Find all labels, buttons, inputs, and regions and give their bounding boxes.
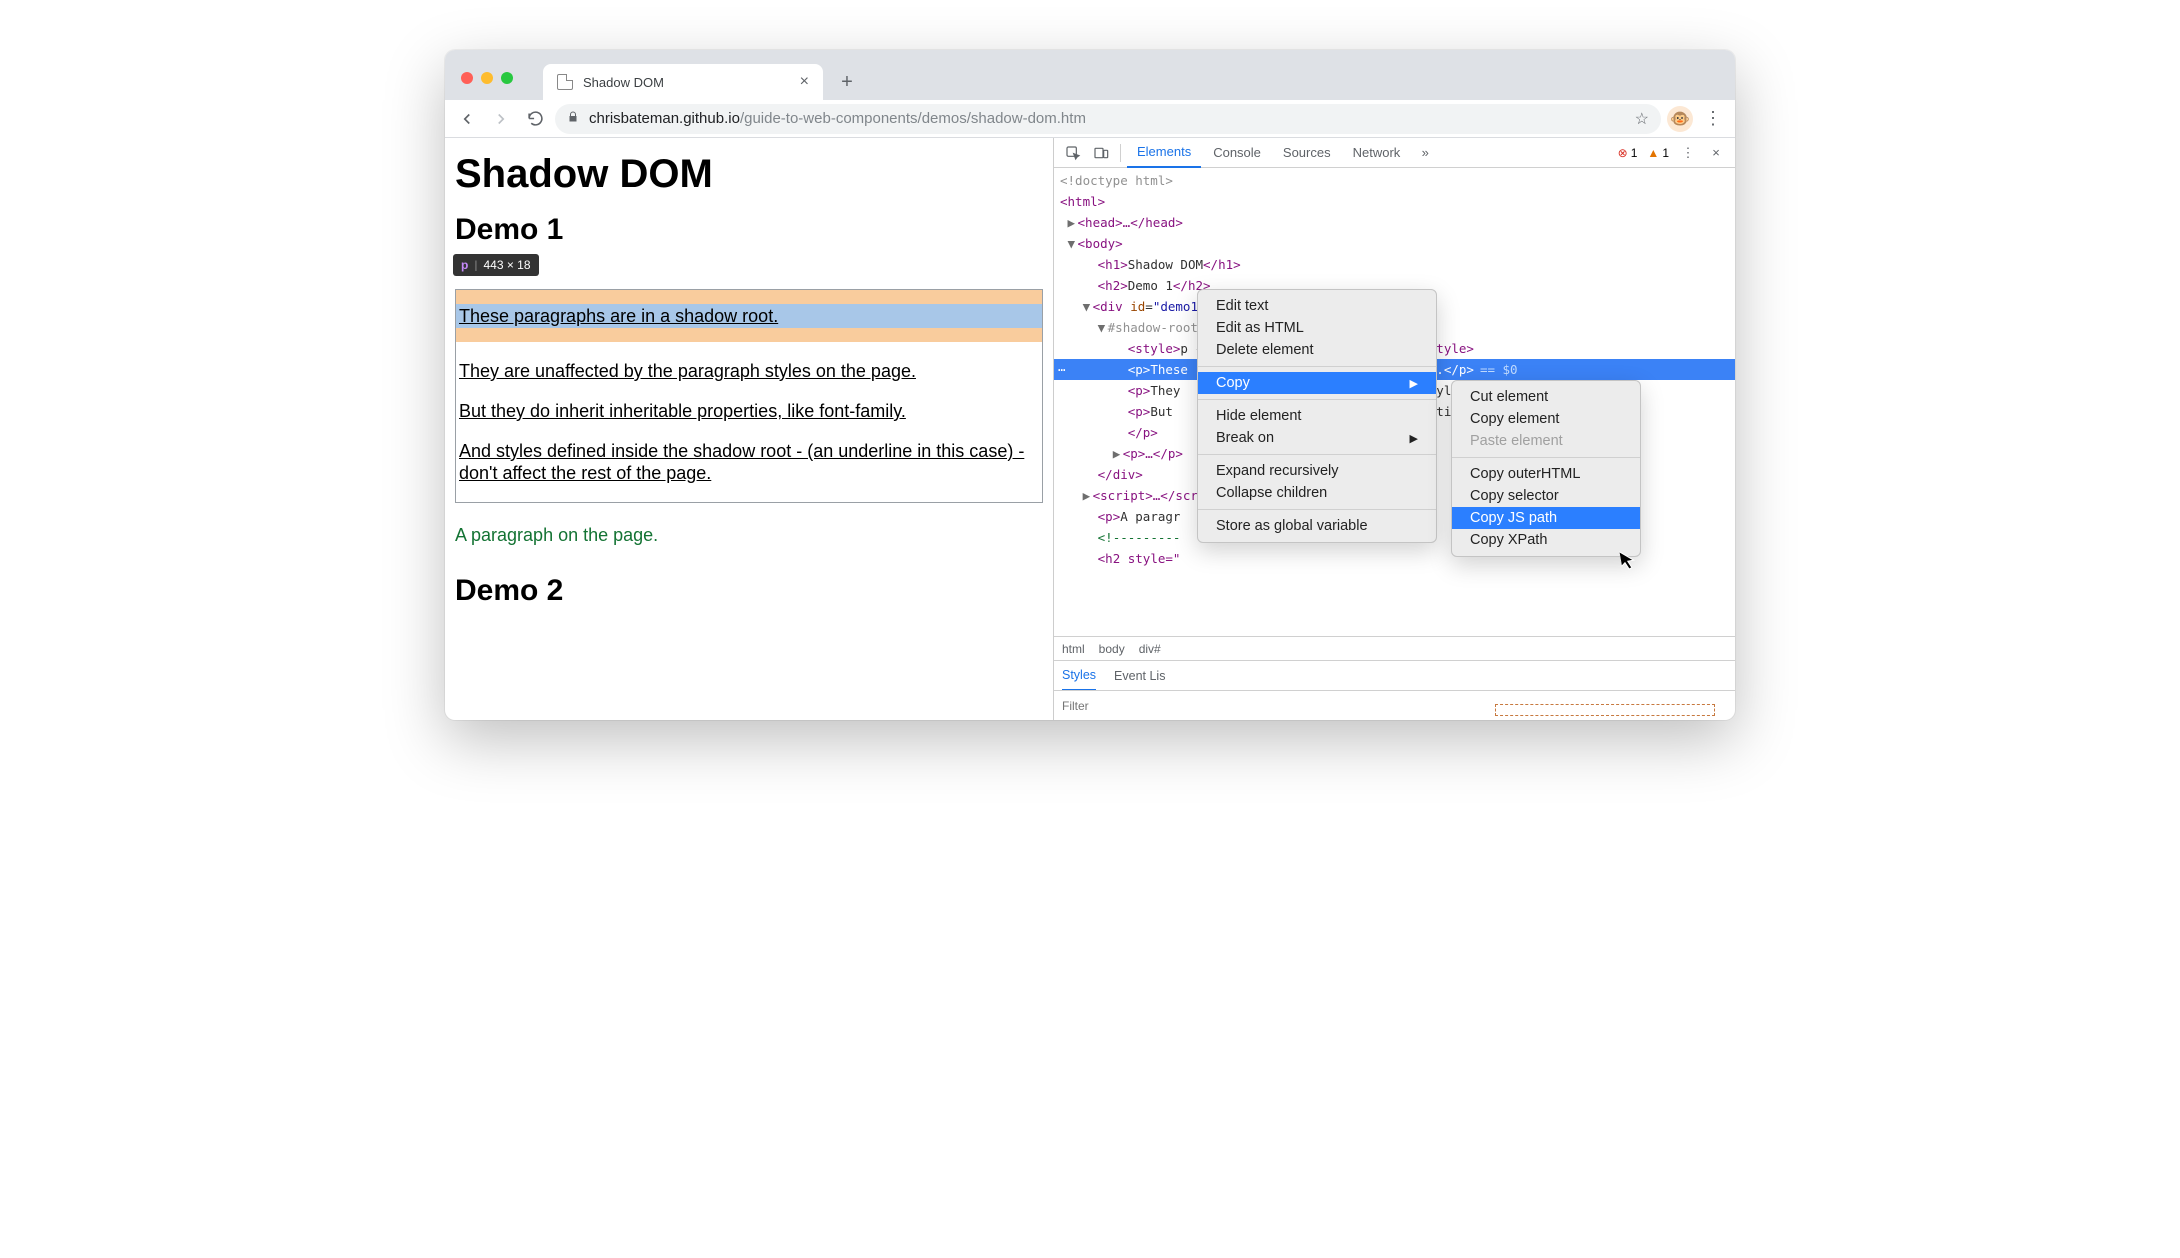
profile-avatar[interactable]: 🐵 [1667,106,1693,132]
lock-icon [567,111,579,126]
breadcrumb: html body div# [1054,636,1735,660]
margin-overlay-bottom [456,328,1042,342]
tree-body-open[interactable]: <body> [1078,236,1123,251]
highlighted-paragraph: These paragraphs are in a shadow root. [456,304,1042,328]
submenu-copy-selector[interactable]: Copy selector [1452,485,1640,507]
address-bar[interactable]: chrisbateman.github.io/guide-to-web-comp… [555,104,1661,134]
menu-break-on[interactable]: Break on▶ [1198,427,1436,449]
tab-elements[interactable]: Elements [1127,138,1201,168]
menu-collapse-children[interactable]: Collapse children [1198,482,1436,504]
filter-input[interactable] [1062,699,1262,713]
submenu-copy-element[interactable]: Copy element [1452,408,1640,430]
device-toolbar-icon[interactable] [1088,140,1114,166]
margin-overlay-top [456,290,1042,304]
tree-head[interactable]: <head>…</head> [1078,215,1183,230]
submenu-copy-outerhtml[interactable]: Copy outerHTML [1452,463,1640,485]
shadow-paragraph: They are unaffected by the paragraph sty… [456,360,1042,382]
tab-console[interactable]: Console [1203,138,1271,168]
browser-menu-button[interactable]: ⋮ [1699,108,1727,129]
toolbar: chrisbateman.github.io/guide-to-web-comp… [445,100,1735,138]
minimize-window-button[interactable] [481,72,493,84]
tooltip-dimensions: 443 × 18 [483,258,530,272]
styles-subtabs: Styles Event Lis [1054,660,1735,690]
shadow-paragraph: But they do inherit inheritable properti… [456,400,1042,422]
page-h2-demo2: Demo 2 [455,574,1043,608]
subtab-event-listeners[interactable]: Event Lis [1114,669,1165,683]
submenu-copy-js-path[interactable]: Copy JS path [1452,507,1640,529]
crumb-html[interactable]: html [1062,642,1085,656]
window-controls [445,72,513,100]
menu-edit-html[interactable]: Edit as HTML [1198,317,1436,339]
rendered-page: Shadow DOM Demo 1 p | 443 × 18 These par… [445,138,1053,720]
back-button[interactable] [453,105,481,133]
page-h1: Shadow DOM [455,152,1043,197]
browser-tab[interactable]: Shadow DOM × [543,64,823,100]
devtools-menu-icon[interactable]: ⋮ [1675,140,1701,166]
inspect-element-icon[interactable] [1060,140,1086,166]
reload-button[interactable] [521,105,549,133]
devtools-tabbar: Elements Console Sources Network » ⊗1 ▲1… [1054,138,1735,168]
shadow-paragraph: And styles defined inside the shadow roo… [456,440,1042,484]
tree-html-open[interactable]: <html> [1060,194,1105,209]
menu-copy[interactable]: Copy▶ [1198,372,1436,394]
menu-expand-recursively[interactable]: Expand recursively [1198,460,1436,482]
tab-title: Shadow DOM [583,75,664,90]
menu-delete-element[interactable]: Delete element [1198,339,1436,361]
tab-sources[interactable]: Sources [1273,138,1341,168]
page-h2-demo1: Demo 1 [455,213,1043,247]
tab-network[interactable]: Network [1343,138,1411,168]
filter-bar [1054,690,1735,720]
tree-doctype[interactable]: <!doctype html> [1054,170,1735,191]
bookmark-star-icon[interactable]: ☆ [1635,109,1649,129]
subtab-styles[interactable]: Styles [1062,661,1096,691]
inspect-tooltip: p | 443 × 18 [453,254,539,276]
submenu-arrow-icon: ▶ [1410,377,1418,390]
browser-window: Shadow DOM × + chrisbateman.github.io/gu… [445,50,1735,720]
warning-badge[interactable]: ▲1 [1647,146,1669,160]
submenu-arrow-icon: ▶ [1410,432,1418,445]
crumb-body[interactable]: body [1099,642,1125,656]
devtools-close-icon[interactable]: × [1703,140,1729,166]
tooltip-tag: p [461,258,468,272]
url-text: chrisbateman.github.io/guide-to-web-comp… [589,110,1086,127]
close-tab-icon[interactable]: × [800,73,809,91]
context-menu: Edit text Edit as HTML Delete element Co… [1197,289,1437,543]
context-submenu-copy: Cut element Copy element Paste element C… [1451,380,1641,557]
menu-hide-element[interactable]: Hide element [1198,405,1436,427]
titlebar: Shadow DOM × + [445,50,1735,100]
maximize-window-button[interactable] [501,72,513,84]
new-tab-button[interactable]: + [833,68,861,96]
menu-edit-text[interactable]: Edit text [1198,295,1436,317]
page-favicon-icon [557,74,573,90]
error-badge[interactable]: ⊗1 [1618,146,1638,160]
forward-button[interactable] [487,105,515,133]
submenu-copy-xpath[interactable]: Copy XPath [1452,529,1640,551]
submenu-paste-element: Paste element [1452,430,1640,452]
box-model-preview [1495,704,1715,716]
submenu-cut-element[interactable]: Cut element [1452,386,1640,408]
crumb-div[interactable]: div# [1139,642,1161,656]
menu-store-global[interactable]: Store as global variable [1198,515,1436,537]
body-paragraph: A paragraph on the page. [455,525,1043,546]
close-window-button[interactable] [461,72,473,84]
demo1-shadow-container: These paragraphs are in a shadow root. T… [455,289,1043,503]
more-tabs-icon[interactable]: » [1412,140,1438,166]
